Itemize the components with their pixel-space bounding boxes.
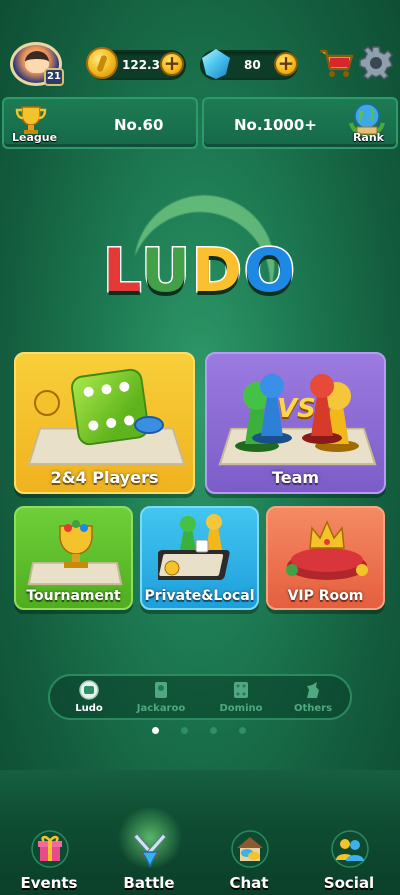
nav-label-battle: Battle <box>123 874 175 892</box>
phone-pawns-icon <box>158 514 230 580</box>
dice-pip <box>118 381 130 393</box>
mode-label-2-4-players: 2&4 Players <box>50 468 159 487</box>
mode-card-private-local[interactable]: Private&Local <box>140 506 259 610</box>
unicorn-icon <box>307 682 319 698</box>
nav-label-social: Social <box>323 874 375 892</box>
level-badge: 21 <box>44 68 64 86</box>
dice-pip <box>83 386 95 398</box>
mode-label-team: Team <box>271 468 320 487</box>
add-coins-button[interactable]: + <box>160 52 184 76</box>
friends-icon <box>331 830 369 868</box>
game-tab-jackaroo[interactable]: Jackaroo <box>126 676 196 718</box>
page-dot[interactable] <box>210 727 217 734</box>
ludo-icon <box>79 680 99 700</box>
chat-house-icon <box>231 830 269 868</box>
game-tab-others[interactable]: Others <box>278 676 348 718</box>
domino-icon <box>234 682 248 698</box>
game-tab-ludo[interactable]: Ludo <box>54 676 124 718</box>
coin-icon <box>86 47 118 79</box>
game-tab-label: Jackaroo <box>136 703 186 714</box>
mode-card-2-4-players[interactable]: 2&4 Players <box>14 352 195 494</box>
league-value: No.60 <box>114 116 164 134</box>
game-tab-label: Domino <box>219 703 263 714</box>
nav-label-chat: Chat <box>229 874 269 892</box>
mode-card-tournament[interactable]: Tournament <box>14 506 133 610</box>
ranking-bar: League No.60 No.1000+ Rank <box>0 97 400 149</box>
logo-letter-u: U <box>140 235 192 308</box>
add-gems-button[interactable]: + <box>274 52 298 76</box>
dice-pip <box>105 417 117 429</box>
game-tab-domino[interactable]: Domino <box>206 676 276 718</box>
dice-pip <box>100 383 113 395</box>
mode-card-vip-room[interactable]: VIP Room <box>266 506 385 610</box>
rank-panel[interactable]: No.1000+ Rank <box>202 97 398 149</box>
page-dot-active[interactable] <box>152 727 159 734</box>
league-label: League <box>12 131 58 144</box>
dice-pip <box>87 419 100 432</box>
gift-icon <box>31 830 69 868</box>
game-type-switcher: Ludo Jackaroo Domino Others <box>48 674 352 720</box>
vs-badge: VS <box>277 394 316 424</box>
dice-icon <box>69 367 151 447</box>
gem-value: 80 <box>244 58 261 72</box>
logo-letter-l: L <box>102 235 142 308</box>
mode-label-vip-room: VIP Room <box>287 588 364 604</box>
nav-battle[interactable]: Battle <box>104 830 194 895</box>
page-dot[interactable] <box>239 727 246 734</box>
nav-label-events: Events <box>20 874 78 892</box>
page-dot[interactable] <box>181 727 188 734</box>
rank-value: No.1000+ <box>234 116 317 134</box>
dice-pip <box>123 414 135 427</box>
rank-label: Rank <box>352 131 384 144</box>
tournament-cup-icon <box>59 520 93 568</box>
crossed-swords-icon <box>133 833 167 868</box>
jackaroo-icon <box>155 682 167 698</box>
game-tab-label: Ludo <box>75 703 103 714</box>
page-indicator <box>0 727 400 735</box>
mode-card-team[interactable]: VS Team <box>205 352 386 494</box>
shop-cart-icon[interactable] <box>318 47 354 79</box>
logo-letter-d: D <box>191 235 244 308</box>
mode-label-private-local: Private&Local <box>144 588 255 604</box>
mode-label-tournament: Tournament <box>26 588 121 604</box>
league-panel[interactable]: League No.60 <box>2 97 198 149</box>
nav-social[interactable]: Social <box>304 830 394 895</box>
nav-chat[interactable]: Chat <box>204 830 294 895</box>
nav-events[interactable]: Events <box>4 830 94 895</box>
blue-token-graphic <box>134 416 164 434</box>
ludo-logo: LUDO <box>0 235 400 308</box>
coin-graphic <box>34 390 60 416</box>
settings-gear-icon[interactable] <box>358 45 394 81</box>
game-tab-label: Others <box>293 703 333 714</box>
logo-letter-o: O <box>242 235 297 308</box>
crown-cushion-icon <box>286 520 368 580</box>
top-bar: 21 122.3K + 80 + <box>0 0 400 95</box>
